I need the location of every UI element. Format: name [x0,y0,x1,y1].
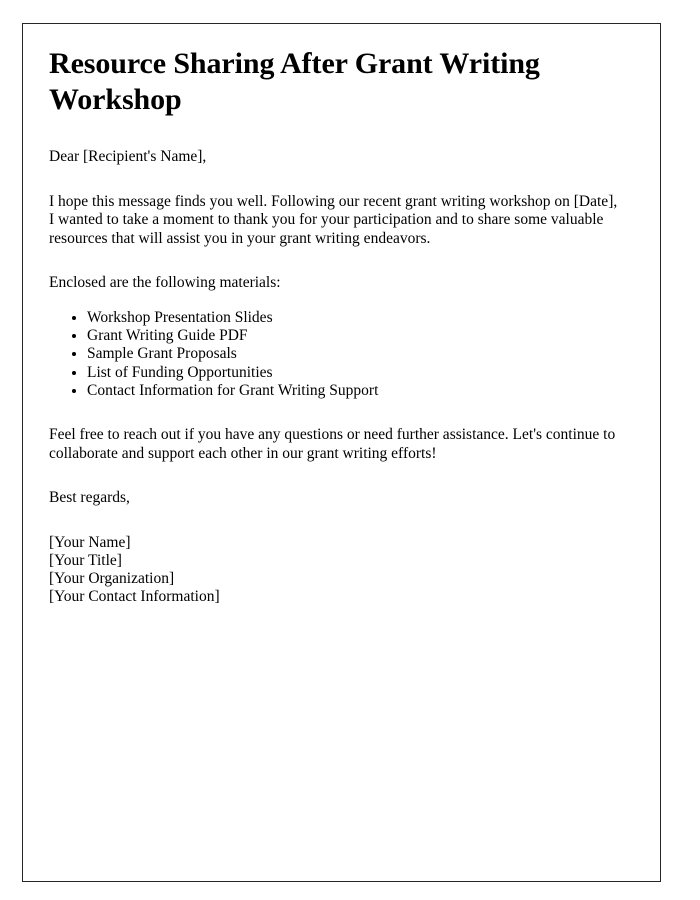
signature-block: [Your Name] [Your Title] [Your Organizat… [49,534,623,607]
closing-paragraph: Feel free to reach out if you have any q… [49,425,616,462]
signature-contact: [Your Contact Information] [49,588,220,606]
page-title: Resource Sharing After Grant Writing Wor… [49,47,540,116]
list-item: Workshop Presentation Slides [87,309,623,327]
materials-list: Workshop Presentation Slides Grant Writi… [49,309,623,400]
list-item: Sample Grant Proposals [87,345,623,363]
list-item: Grant Writing Guide PDF [87,327,623,345]
signature-name: [Your Name] [49,533,131,551]
list-item: List of Funding Opportunities [87,364,623,382]
intro-paragraph: I hope this message finds you well. Foll… [49,192,618,247]
salutation-line: Dear [Recipient's Name], [49,148,207,165]
letter-body: Resource Sharing After Grant Writing Wor… [49,46,623,607]
signature-organization: [Your Organization] [49,570,175,588]
sign-off-line: Best regards, [49,489,130,507]
list-item: Contact Information for Grant Writing Su… [87,382,623,400]
signature-title: [Your Title] [49,551,122,569]
enclosure-intro: Enclosed are the following materials: [49,274,281,292]
document-page: Resource Sharing After Grant Writing Wor… [22,23,661,882]
